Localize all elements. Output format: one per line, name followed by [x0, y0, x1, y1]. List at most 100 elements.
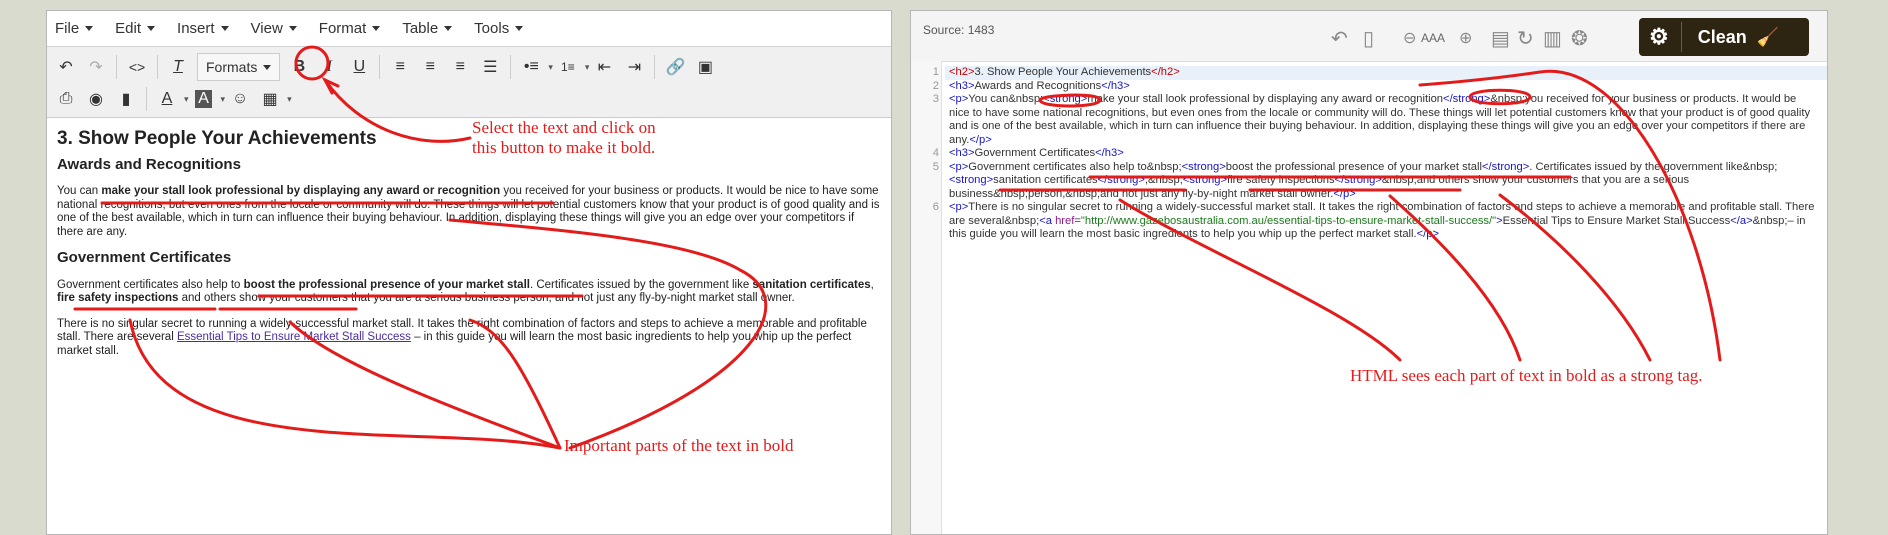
- menu-view[interactable]: View: [251, 20, 297, 37]
- align-left-icon[interactable]: ≡: [385, 54, 415, 80]
- paragraph-awards: You can make your stall look professiona…: [57, 185, 881, 239]
- layout-icon[interactable]: ▤: [1491, 26, 1510, 51]
- heading-achievements: 3. Show People Your Achievements: [57, 128, 377, 149]
- menu-edit[interactable]: Edit: [115, 20, 156, 37]
- align-right-icon[interactable]: ≡: [445, 54, 475, 80]
- essential-tips-link[interactable]: Essential Tips to Ensure Market Stall Su…: [177, 331, 411, 343]
- italic-button[interactable]: I: [314, 54, 344, 80]
- image-icon[interactable]: ▣: [690, 54, 720, 80]
- heading-awards: Awards and Recognitions: [57, 155, 241, 173]
- line-number: 3: [932, 93, 939, 105]
- menu-insert[interactable]: Insert: [177, 20, 229, 37]
- table-icon[interactable]: ▦: [255, 86, 285, 112]
- clipboard-icon[interactable]: ▥: [1543, 26, 1562, 51]
- chevron-down-icon: [263, 64, 272, 70]
- toolbar-divider: [510, 55, 512, 79]
- tag: <h3>: [949, 79, 975, 92]
- gear-icon: ⚙: [1649, 24, 1669, 49]
- paragraph-government: Government certificates also help to boo…: [57, 279, 881, 306]
- editor-toolbar: ↶ ↷ <> T Formats B I U ≡ ≡ ≡ ☰ •≡ ▾ 1≡ ▾ ⇤…: [47, 47, 891, 118]
- code-text: sanitation certificates: [993, 174, 1098, 186]
- indent-icon[interactable]: ⇥: [619, 54, 649, 80]
- toolbar-divider: [379, 55, 381, 79]
- code-text: Essential Tips to Ensure Market Stall Su…: [1502, 214, 1731, 227]
- clean-button[interactable]: ⚙ Clean 🧹: [1639, 18, 1809, 56]
- emoticon-icon[interactable]: ☺: [225, 86, 255, 112]
- menubar: File Edit Insert View Format Table Tools: [47, 11, 891, 47]
- strong-open-tag: <strong>: [1181, 160, 1226, 173]
- align-justify-icon[interactable]: ☰: [475, 54, 505, 80]
- formats-dropdown[interactable]: Formats: [197, 53, 281, 81]
- strong-open-tag: <strong>: [949, 174, 994, 186]
- code-text: Government Certificates: [974, 147, 1096, 159]
- zoom-in-icon[interactable]: ⊕: [1459, 28, 1472, 48]
- text: . Certificates issued by the government …: [529, 278, 753, 291]
- preview-icon[interactable]: ◉: [81, 86, 111, 112]
- strong-open-tag: <strong>: [1043, 93, 1088, 105]
- tag: </h3>: [1095, 147, 1124, 159]
- document-icon[interactable]: ▯: [1363, 26, 1374, 51]
- h2-close-tag: </h2>: [1151, 66, 1180, 78]
- tag: <p>: [949, 93, 969, 105]
- chevron-down-icon: [288, 26, 297, 31]
- code-icon[interactable]: <>: [122, 54, 152, 80]
- numbered-list-icon[interactable]: 1≡: [553, 54, 583, 80]
- background-color-icon[interactable]: A: [189, 86, 219, 112]
- palette-icon[interactable]: ❂: [1571, 26, 1588, 51]
- note-line: this button to make it bold.: [472, 138, 656, 157]
- source-code[interactable]: 1 <h2>3. Show People Your Achievements</h…: [911, 66, 1827, 242]
- redo-icon[interactable]: ↷: [81, 54, 111, 80]
- bold-note: Select the text and click on this button…: [472, 118, 656, 158]
- code-line: 6 <p>There is no singular secret to runni…: [911, 201, 1827, 242]
- editor-content[interactable]: 3. Show People Your Achievements Awards …: [47, 118, 891, 384]
- clean-label: Clean: [1697, 26, 1747, 47]
- chevron-down-icon[interactable]: ▾: [287, 94, 292, 105]
- code-text: ,&nbsp;: [1144, 174, 1183, 186]
- strong-close-tag: </strong>: [1097, 174, 1145, 186]
- menu-table[interactable]: Table: [402, 20, 453, 37]
- menu-label: View: [250, 20, 283, 37]
- menu-format[interactable]: Format: [319, 20, 381, 37]
- media-icon[interactable]: ▮: [111, 86, 141, 112]
- toolbar-divider: [157, 55, 158, 79]
- chevron-down-icon: [515, 26, 524, 31]
- menu-label: Edit: [115, 20, 142, 37]
- code-line: 4 <h3>Government Certificates</h3>: [911, 147, 1827, 161]
- clear-formatting-icon[interactable]: T: [163, 54, 193, 80]
- underline-button[interactable]: U: [344, 54, 374, 80]
- source-count-label: Source: 1483: [923, 23, 995, 37]
- outdent-icon[interactable]: ⇤: [589, 54, 619, 80]
- strong-close-tag: </strong>: [1334, 174, 1382, 186]
- undo-icon[interactable]: ↶: [1331, 26, 1348, 51]
- code-text: <p>Government certificates also help to&…: [945, 161, 1827, 202]
- text: and others show your customers that you …: [178, 292, 795, 304]
- line-number: 2: [932, 79, 939, 92]
- bold-button[interactable]: B: [284, 54, 314, 80]
- chevron-down-icon: [85, 26, 94, 31]
- bold-text: fire safety inspections: [57, 292, 179, 304]
- attr-name: href: [1055, 214, 1075, 227]
- bullet-list-icon[interactable]: •≡: [516, 54, 546, 80]
- zoom-out-icon[interactable]: ⊖: [1403, 28, 1416, 48]
- tag: <h3>: [949, 147, 975, 159]
- strong-close-tag: </strong>: [1481, 160, 1530, 173]
- tag: <p>: [949, 201, 969, 213]
- anchor-open-tag: <a: [1039, 214, 1056, 227]
- code-text: 3. Show People Your Achievements: [974, 66, 1152, 78]
- align-center-icon[interactable]: ≡: [415, 54, 445, 80]
- print-icon[interactable]: ⎙: [51, 86, 81, 112]
- tag: </h3>: [1101, 79, 1130, 92]
- refresh-icon[interactable]: ↻: [1517, 26, 1534, 51]
- menu-tools[interactable]: Tools: [474, 20, 524, 37]
- line-number: 5: [932, 160, 939, 173]
- undo-icon[interactable]: ↶: [51, 54, 81, 80]
- text-color-icon[interactable]: A: [152, 86, 182, 112]
- link-icon[interactable]: 🔗: [660, 54, 690, 80]
- attr-value: "http://www.gazebosaustralia.com.au/esse…: [1080, 214, 1497, 227]
- chevron-down-icon: [220, 26, 229, 31]
- menu-label: Insert: [177, 20, 215, 37]
- html-note: HTML sees each part of text in bold as a…: [1350, 366, 1703, 385]
- code-line: 2 <h3>Awards and Recognitions</h3>: [911, 80, 1827, 94]
- menu-file[interactable]: File: [55, 20, 94, 37]
- code-text: . Certificates issued by the government …: [1529, 160, 1778, 173]
